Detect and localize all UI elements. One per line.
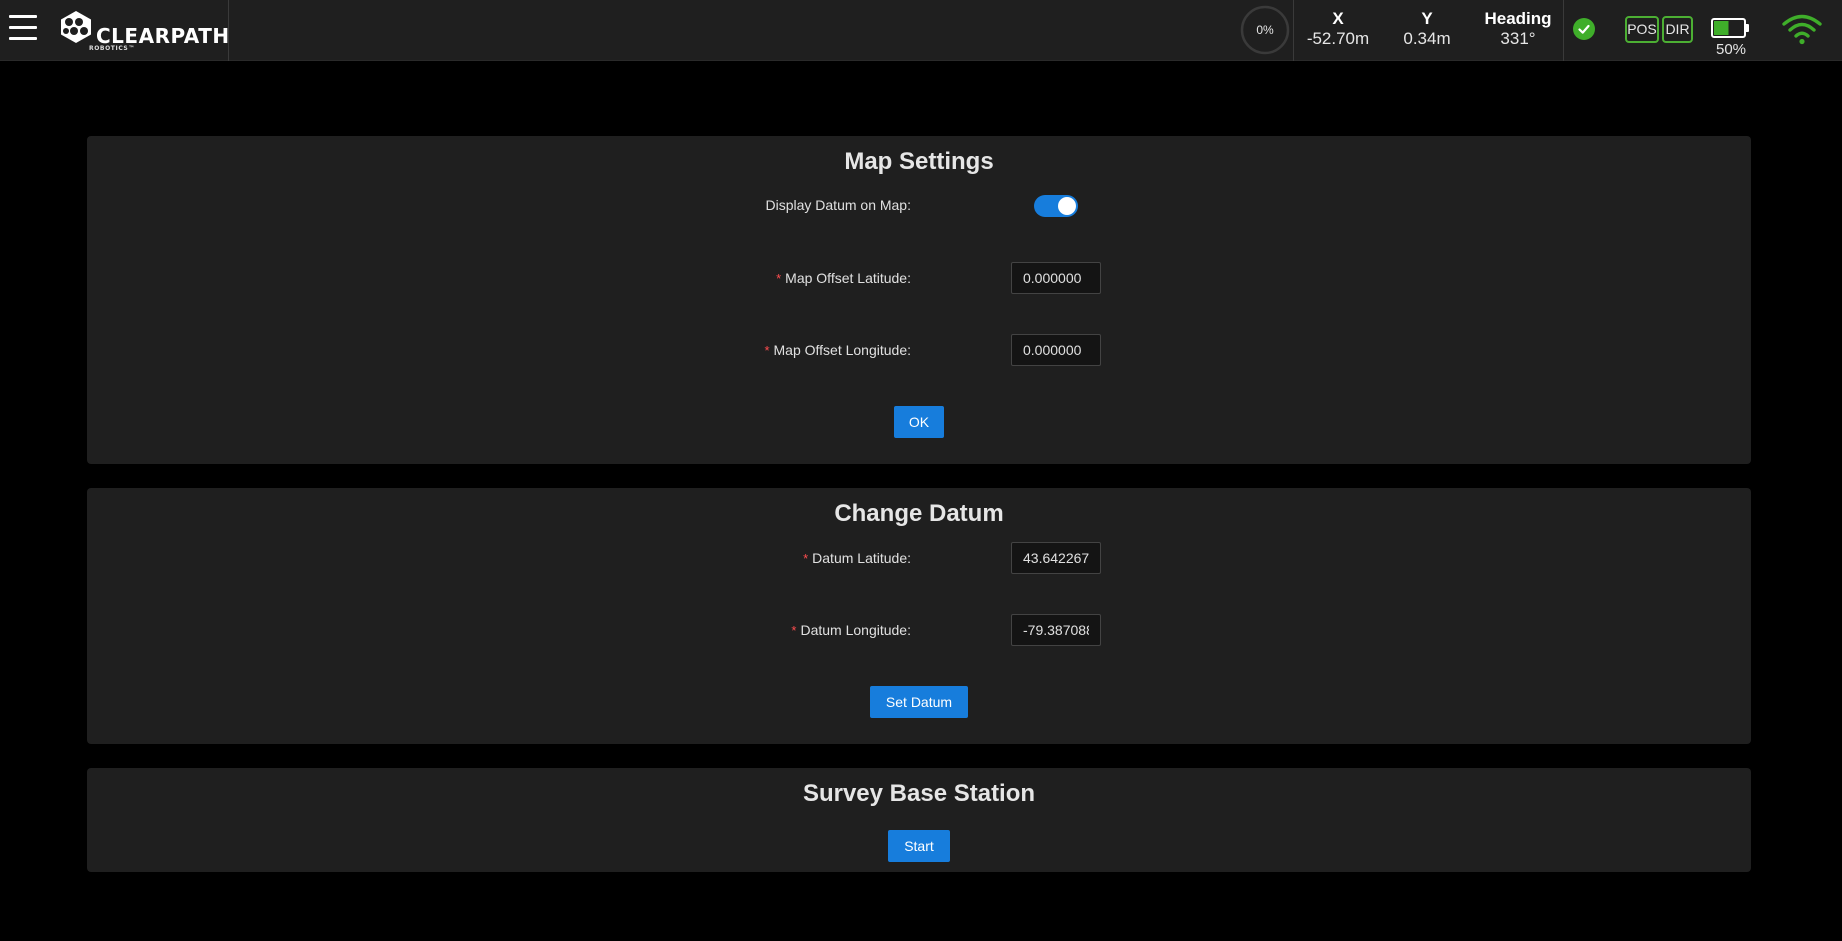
header-divider [1563, 0, 1564, 61]
offset-lat-row: * Map Offset Latitude: [87, 262, 1751, 294]
coord-heading: Heading 331° [1476, 9, 1560, 49]
top-bar: CLEARPATH ROBOTICS™ 0% X -52.70m Y 0.34m… [0, 0, 1842, 61]
datum-lat-input[interactable] [1011, 542, 1101, 574]
required-mark: * [791, 623, 797, 638]
datum-lon-input[interactable] [1011, 614, 1101, 646]
form-label: * Map Offset Latitude: [776, 262, 911, 294]
check-circle-icon [1573, 18, 1595, 40]
panel-title: Map Settings [844, 148, 994, 175]
clearpath-logo: CLEARPATH ROBOTICS™ [58, 10, 229, 52]
logo-subtitle: ROBOTICS™ [89, 45, 135, 52]
datum-lon-row: * Datum Longitude: [87, 614, 1751, 646]
pos-status-badge: POS [1625, 16, 1659, 43]
label-colon: : [907, 342, 911, 358]
coord-y: Y 0.34m [1394, 9, 1460, 49]
set-datum-button[interactable]: Set Datum [870, 686, 968, 718]
form-label: * Map Offset Longitude: [764, 334, 911, 366]
offset-lon-row: * Map Offset Longitude: [87, 334, 1751, 366]
label-colon: : [907, 270, 911, 286]
required-mark: * [776, 271, 782, 286]
datum-lat-label: Datum Latitude [812, 550, 908, 566]
coord-x-label: X [1332, 9, 1344, 28]
dir-status-badge: DIR [1662, 16, 1693, 43]
display-datum-label: Display Datum on Map [765, 197, 908, 213]
form-label: Display Datum on Map: [765, 189, 911, 221]
offset-lat-input[interactable] [1011, 262, 1101, 294]
required-mark: * [803, 551, 809, 566]
battery-percent: 50% [1715, 41, 1747, 58]
label-colon: : [907, 550, 911, 566]
coord-y-value: 0.34m [1403, 29, 1451, 48]
label-colon: : [907, 197, 911, 213]
coord-y-label: Y [1421, 9, 1433, 28]
coord-x: X -52.70m [1301, 9, 1375, 49]
panel-title: Survey Base Station [802, 780, 1036, 807]
datum-lon-label: Datum Longitude [800, 622, 908, 638]
coord-heading-value: 331° [1500, 29, 1536, 48]
hamburger-menu-icon[interactable] [9, 14, 37, 42]
toggle-knob [1058, 197, 1076, 215]
coord-x-value: -52.70m [1306, 29, 1370, 48]
header-divider [1293, 0, 1294, 61]
battery-icon [1711, 18, 1749, 38]
form-label: * Datum Latitude: [803, 542, 911, 574]
offset-lon-input[interactable] [1011, 334, 1101, 366]
logo-hex-icon [61, 11, 91, 43]
map-settings-panel: Map Settings Display Datum on Map: * Map … [87, 136, 1751, 464]
coord-heading-label: Heading [1484, 9, 1552, 28]
ok-button[interactable]: OK [894, 406, 944, 438]
header-divider [228, 0, 229, 61]
progress-percent: 0% [1256, 23, 1274, 37]
wifi-icon [1782, 14, 1822, 45]
offset-lon-label: Map Offset Longitude [773, 342, 908, 358]
start-survey-button[interactable]: Start [888, 830, 950, 862]
panel-title: Change Datum [834, 500, 1004, 527]
survey-base-station-panel: Survey Base Station Start [87, 768, 1751, 872]
display-datum-row: Display Datum on Map: [87, 189, 1751, 221]
offset-lat-label: Map Offset Latitude [785, 270, 908, 286]
form-label: * Datum Longitude: [791, 614, 911, 646]
change-datum-panel: Change Datum *Datum Latitude: *Datum Lon… [87, 488, 1751, 744]
required-mark: * [764, 343, 770, 358]
datum-lat-row: * Datum Latitude: [87, 542, 1751, 574]
label-colon: : [907, 622, 911, 638]
display-datum-toggle[interactable] [1034, 195, 1078, 217]
